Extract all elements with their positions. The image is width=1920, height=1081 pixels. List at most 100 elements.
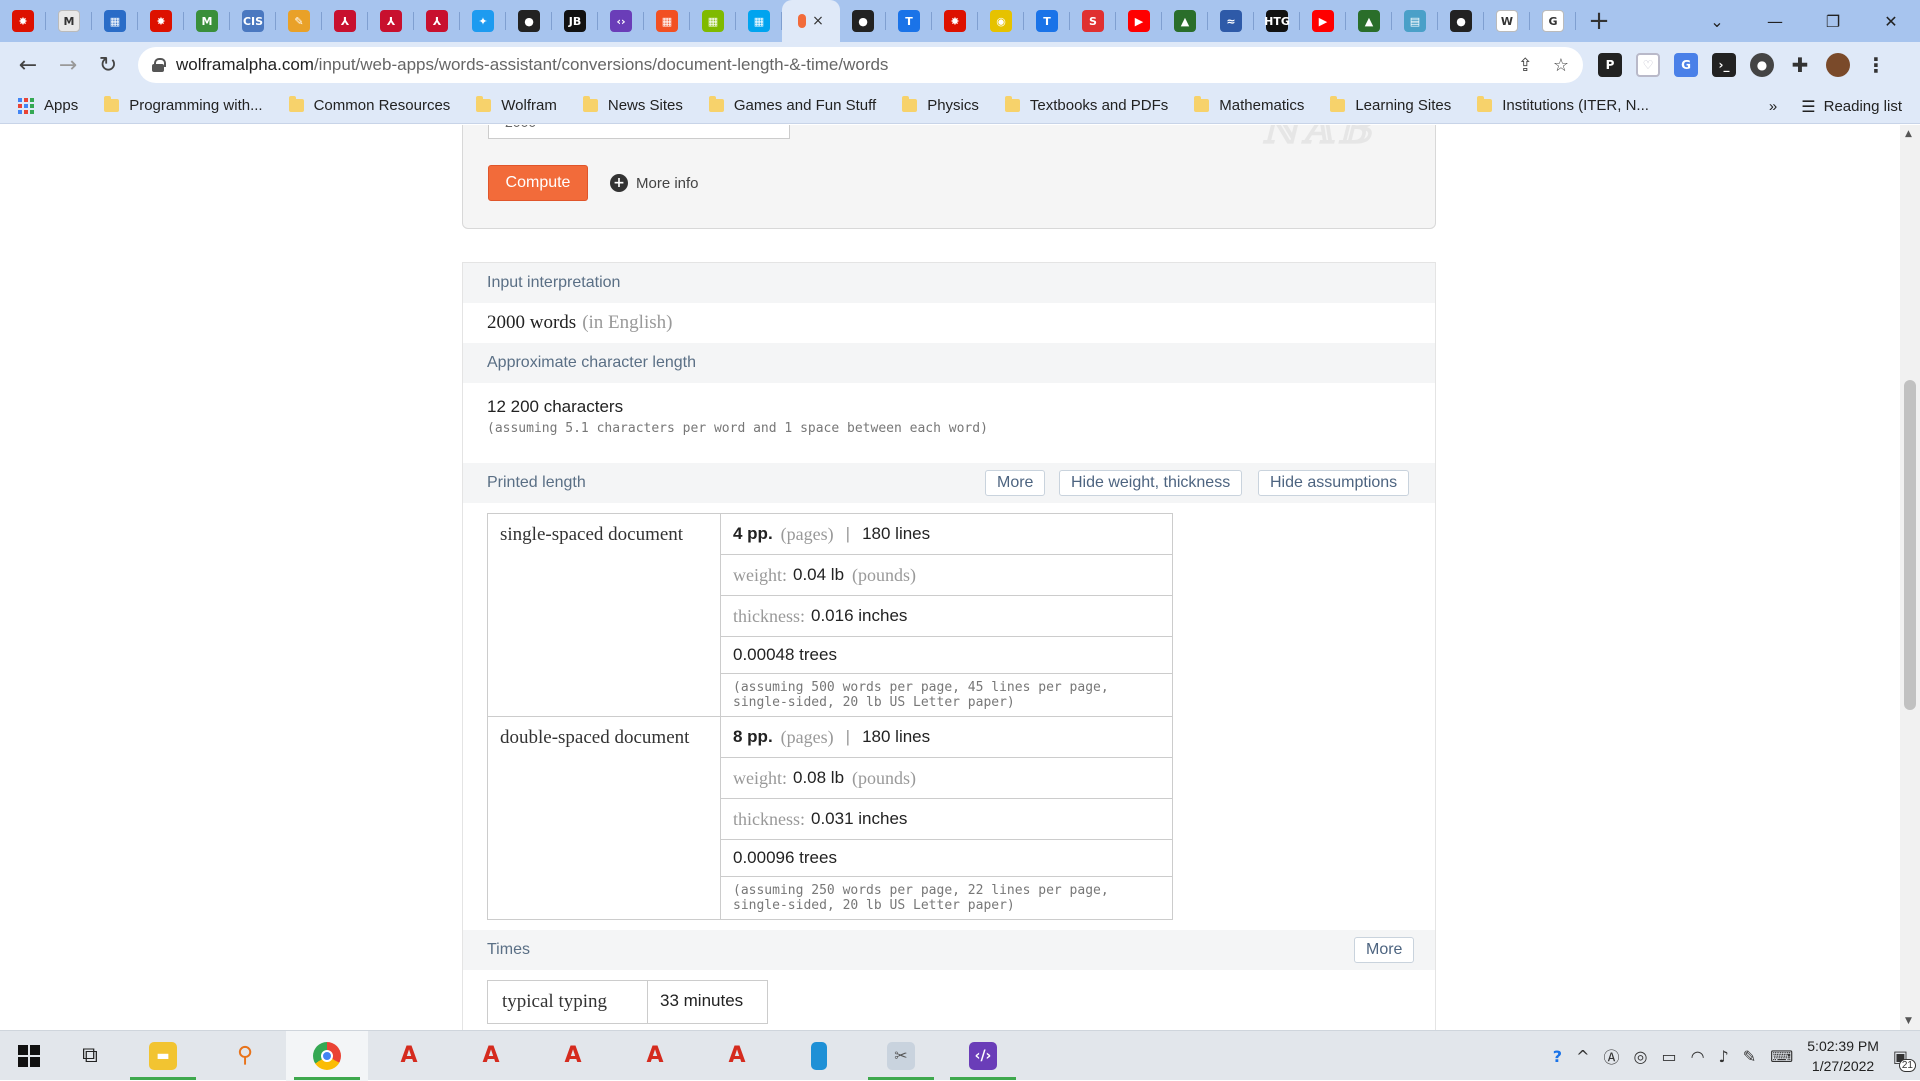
- clock[interactable]: 5:02:39 PM 1/27/2022: [1807, 1036, 1879, 1076]
- browser-tab[interactable]: ●: [1438, 0, 1484, 42]
- address-bar[interactable]: wolframalpha.com/input/web-apps/words-as…: [138, 47, 1583, 83]
- taskbar-acrobat-5[interactable]: A: [696, 1031, 778, 1081]
- puzzle-icon[interactable]: ✚: [1788, 53, 1812, 77]
- browser-tab[interactable]: ▦: [736, 0, 782, 42]
- browser-tab[interactable]: ▶: [1116, 0, 1162, 42]
- browser-tab[interactable]: ✎: [276, 0, 322, 42]
- taskbar-acrobat-2[interactable]: A: [450, 1031, 532, 1081]
- scroll-up-icon[interactable]: ▲: [1905, 129, 1912, 139]
- browser-tab[interactable]: M: [184, 0, 230, 42]
- hide-weight-thickness-button[interactable]: Hide weight, thickness: [1059, 470, 1243, 496]
- camera-icon[interactable]: ◎: [1633, 1047, 1647, 1066]
- share-icon[interactable]: ⇪: [1518, 55, 1533, 76]
- bookmark-folder[interactable]: News Sites: [582, 96, 683, 114]
- terminal-icon[interactable]: ›_: [1712, 53, 1736, 77]
- browser-tab[interactable]: ≈: [1208, 0, 1254, 42]
- browser-tab[interactable]: ▦: [690, 0, 736, 42]
- taskbar-acrobat-4[interactable]: A: [614, 1031, 696, 1081]
- forward-arrow-icon[interactable]: →: [48, 45, 88, 85]
- p-extension-icon[interactable]: P: [1598, 53, 1622, 77]
- back-arrow-icon[interactable]: ←: [8, 45, 48, 85]
- bookmark-folder[interactable]: Mathematics: [1194, 96, 1304, 114]
- reload-icon[interactable]: ↻: [88, 45, 128, 85]
- browser-tab[interactable]: T: [1024, 0, 1070, 42]
- taskbar-code-app[interactable]: ‹/›: [942, 1031, 1024, 1081]
- browser-tab[interactable]: ▲: [1162, 0, 1208, 42]
- bookmark-folder[interactable]: Institutions (ITER, N...: [1477, 96, 1649, 114]
- browser-tab[interactable]: HTG: [1254, 0, 1300, 42]
- notification-center-icon[interactable]: ▣ 21: [1893, 1047, 1916, 1072]
- page-scrollbar[interactable]: ▲ ▼: [1900, 125, 1920, 1030]
- tab-active-wolframalpha[interactable]: ×: [782, 0, 840, 42]
- translate-icon[interactable]: G: [1674, 53, 1698, 77]
- browser-tab[interactable]: W: [1484, 0, 1530, 42]
- keyboard-icon[interactable]: ⌨: [1770, 1047, 1793, 1066]
- browser-tab[interactable]: ✸: [932, 0, 978, 42]
- bookmark-folder[interactable]: Programming with...: [104, 96, 263, 114]
- taskbar-search-app[interactable]: ⚲: [204, 1031, 286, 1081]
- browser-tab[interactable]: ◉: [978, 0, 1024, 42]
- browser-tab[interactable]: ⅄: [368, 0, 414, 42]
- extension-circle-icon[interactable]: ●: [1750, 53, 1774, 77]
- close-window-icon[interactable]: ✕: [1862, 0, 1920, 42]
- star-icon[interactable]: ☆: [1553, 55, 1569, 76]
- browser-tab[interactable]: T: [886, 0, 932, 42]
- browser-tab[interactable]: ⅄: [414, 0, 460, 42]
- browser-tab[interactable]: S: [1070, 0, 1116, 42]
- wifi-icon[interactable]: ◠: [1691, 1047, 1705, 1066]
- scroll-down-icon[interactable]: ▼: [1905, 1016, 1912, 1026]
- avatar[interactable]: [1826, 53, 1850, 77]
- chevron-up-icon[interactable]: ^: [1576, 1047, 1589, 1066]
- words-input[interactable]: 2000: [488, 125, 790, 139]
- taskbar-acrobat-3[interactable]: A: [532, 1031, 614, 1081]
- minimize-icon[interactable]: —: [1746, 0, 1804, 42]
- browser-tab[interactable]: G: [1530, 0, 1576, 42]
- taskbar-snipping[interactable]: ✂: [860, 1031, 942, 1081]
- new-tab-button[interactable]: +: [1576, 6, 1622, 36]
- tab-search-icon[interactable]: ⌄: [1688, 0, 1746, 42]
- menu-kebab-icon[interactable]: ⋮: [1864, 53, 1888, 77]
- pen-icon[interactable]: ✎: [1743, 1047, 1756, 1066]
- browser-tab[interactable]: ⅄: [322, 0, 368, 42]
- help-icon[interactable]: ?: [1553, 1047, 1562, 1066]
- browser-tab[interactable]: ✸: [138, 0, 184, 42]
- printed-more-button[interactable]: More: [985, 470, 1046, 496]
- browser-tab[interactable]: ●: [506, 0, 552, 42]
- a-tray-icon[interactable]: Ⓐ: [1603, 1044, 1619, 1068]
- restore-icon[interactable]: ❐: [1804, 0, 1862, 42]
- close-tab-icon[interactable]: ×: [812, 13, 824, 29]
- speaker-icon[interactable]: ♪: [1719, 1047, 1729, 1066]
- times-more-button[interactable]: More: [1354, 937, 1415, 963]
- browser-tab[interactable]: ✦: [460, 0, 506, 42]
- browser-tab[interactable]: M: [46, 0, 92, 42]
- reading-list-button[interactable]: ☰ Reading list: [1801, 97, 1902, 116]
- browser-tab[interactable]: ▦: [92, 0, 138, 42]
- battery-icon[interactable]: ▭: [1661, 1047, 1676, 1066]
- bookmark-folder[interactable]: Physics: [902, 96, 979, 114]
- compute-button[interactable]: Compute: [488, 165, 588, 201]
- taskbar-chrome[interactable]: [286, 1030, 368, 1081]
- bookmark-folder[interactable]: Common Resources: [288, 96, 450, 114]
- browser-tab[interactable]: JB: [552, 0, 598, 42]
- pocket-icon[interactable]: ♡: [1636, 53, 1660, 77]
- taskbar-acrobat-1[interactable]: A: [368, 1031, 450, 1081]
- bookmark-folder[interactable]: Wolfram: [476, 96, 557, 114]
- taskbar-file-explorer[interactable]: ▬: [122, 1031, 204, 1081]
- browser-tab[interactable]: ‹›: [598, 0, 644, 42]
- browser-tab[interactable]: ✸: [0, 0, 46, 42]
- apps-shortcut[interactable]: Apps: [18, 97, 78, 114]
- browser-tab[interactable]: ▲: [1346, 0, 1392, 42]
- bookmark-folder[interactable]: Textbooks and PDFs: [1004, 96, 1168, 114]
- bookmark-folder[interactable]: Learning Sites: [1330, 96, 1451, 114]
- taskbar-phone-app[interactable]: [778, 1031, 860, 1081]
- bookmark-folder[interactable]: Games and Fun Stuff: [708, 96, 876, 114]
- scrollbar-thumb[interactable]: [1904, 380, 1916, 710]
- browser-tab[interactable]: ▦: [644, 0, 690, 42]
- browser-tab[interactable]: ●: [840, 0, 886, 42]
- start-button[interactable]: [0, 1031, 58, 1081]
- task-view-button[interactable]: ⧉: [58, 1031, 122, 1081]
- browser-tab[interactable]: ▶: [1300, 0, 1346, 42]
- more-info-button[interactable]: + More info: [610, 174, 699, 192]
- hide-assumptions-button[interactable]: Hide assumptions: [1258, 470, 1410, 496]
- more-bookmarks-button[interactable]: »: [1769, 98, 1777, 115]
